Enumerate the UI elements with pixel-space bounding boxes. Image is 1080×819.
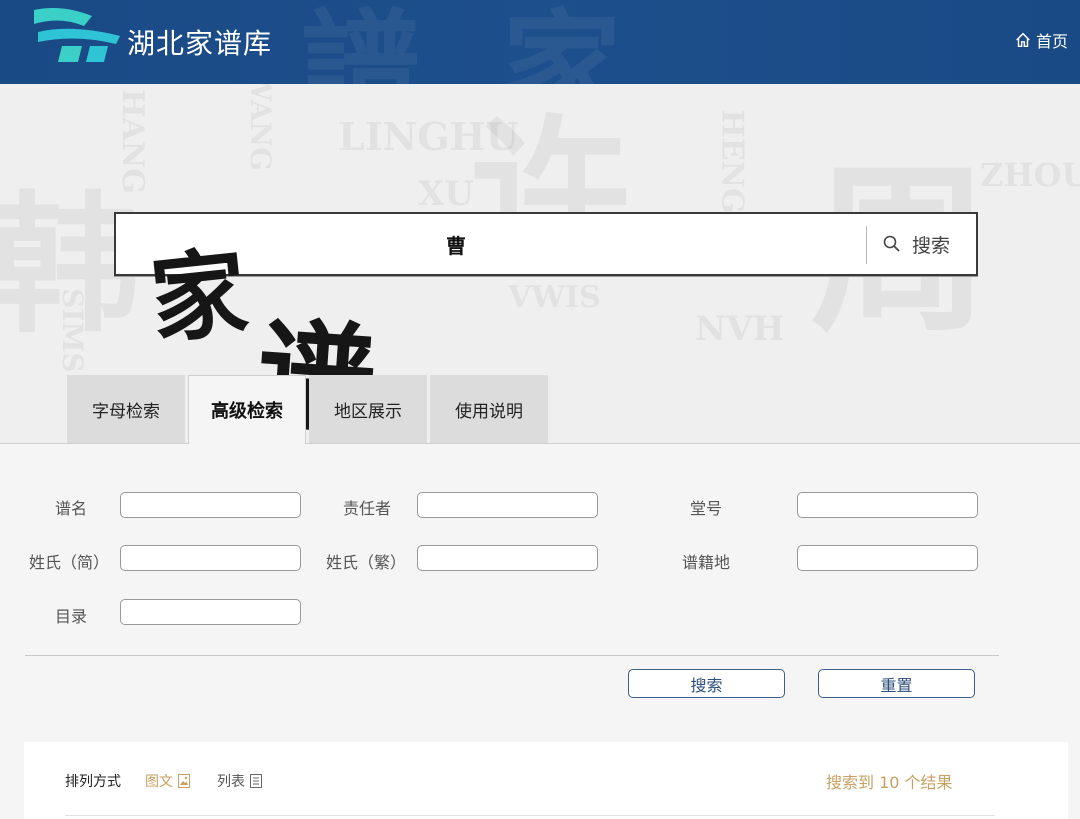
label-catalog: 目录: [55, 607, 88, 626]
header-watermark: 譜 家 ZHOU: [300, 0, 642, 84]
home-label: 首页: [1035, 32, 1068, 51]
results-count: 搜索到 10 个结果: [826, 773, 953, 792]
main-search-button-label: 搜索: [912, 234, 951, 257]
watermark-text: XU: [418, 174, 475, 214]
view-image-text-label: 图文: [145, 774, 173, 790]
search-divider: [866, 226, 867, 264]
catalog-input[interactable]: [120, 599, 301, 625]
calligraphy-jia: 家: [145, 235, 253, 358]
label-hall-name: 堂号: [690, 499, 723, 518]
site-header: 譜 家 ZHOU 湖北家谱库 首页: [0, 0, 1080, 84]
form-search-button[interactable]: 搜索: [628, 669, 785, 698]
surname-traditional-input[interactable]: [417, 545, 598, 571]
image-view-icon: [178, 774, 190, 788]
view-list-option[interactable]: 列表: [217, 771, 262, 791]
form-divider: [25, 655, 999, 656]
site-title[interactable]: 湖北家谱库: [127, 22, 272, 62]
results-toolbar: 排列方式 图文 列表 搜索到 10 个结果: [24, 742, 1068, 819]
label-responsible-person: 责任者: [343, 499, 392, 518]
site-logo-icon[interactable]: [32, 2, 122, 62]
origin-place-input[interactable]: [797, 545, 978, 571]
label-surname-simplified: 姓氏（简）: [29, 553, 110, 572]
label-origin-place: 谱籍地: [682, 553, 731, 572]
surname-simplified-input[interactable]: [120, 545, 301, 571]
tab-advanced-search[interactable]: 高级检索: [188, 375, 306, 444]
list-view-icon: [250, 774, 262, 788]
main-search-button[interactable]: 搜索: [882, 228, 950, 260]
hall-name-input[interactable]: [797, 492, 978, 518]
responsible-person-input[interactable]: [417, 492, 598, 518]
view-image-text-option[interactable]: 图文: [145, 771, 190, 791]
form-reset-button[interactable]: 重置: [818, 669, 975, 698]
results-divider: [65, 815, 995, 816]
watermark-text: WANG: [243, 84, 277, 171]
genealogy-name-input[interactable]: [120, 492, 301, 518]
main-search-input[interactable]: [446, 228, 856, 260]
home-icon: [1016, 32, 1030, 48]
tab-region-display[interactable]: 地区展示: [309, 375, 427, 443]
watermark-text: ZHOU: [980, 156, 1080, 194]
tabs-divider: [0, 443, 1080, 444]
watermark-text: HENG: [714, 109, 750, 214]
watermark-text: NVH: [695, 309, 785, 349]
tab-letter-search[interactable]: 字母检索: [67, 375, 185, 443]
home-link[interactable]: 首页: [1014, 28, 1068, 52]
sort-label: 排列方式: [65, 774, 121, 790]
label-genealogy-name: 谱名: [55, 499, 88, 518]
search-icon: [883, 235, 900, 252]
label-surname-traditional: 姓氏（繁）: [326, 553, 407, 572]
search-tabs: 字母检索 高级检索 地区展示 使用说明: [67, 375, 548, 444]
tab-instructions[interactable]: 使用说明: [430, 375, 548, 443]
view-list-label: 列表: [217, 774, 245, 790]
